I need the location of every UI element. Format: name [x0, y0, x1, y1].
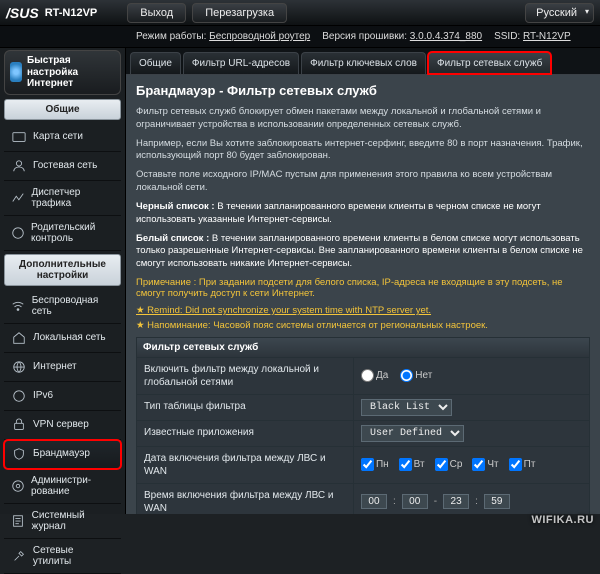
sidebar-category-general: Общие	[4, 99, 121, 120]
tab-url-filter[interactable]: Фильтр URL-адресов	[183, 52, 299, 74]
log-icon	[11, 513, 26, 529]
t1-sm[interactable]	[402, 494, 428, 509]
day1-tue[interactable]: Вт	[399, 458, 425, 471]
shield-icon	[11, 446, 27, 462]
tools-icon	[11, 548, 27, 564]
firmware-link[interactable]: 3.0.0.4.374_880	[410, 31, 482, 42]
sidebar-item-firewall[interactable]: Брандмауэр	[4, 440, 121, 469]
tab-service-filter[interactable]: Фильтр сетевых служб	[428, 52, 551, 74]
sidebar-item-lan[interactable]: Локальная сеть	[4, 324, 121, 353]
note-text: Примечание : При задании подсети для бел…	[136, 277, 590, 299]
day1-wed[interactable]: Ср	[435, 458, 463, 471]
main-panel: Брандмауэр - Фильтр сетевых служб Фильтр…	[126, 75, 600, 514]
lan-icon	[11, 330, 27, 346]
gear-icon	[11, 478, 25, 494]
page-title: Брандмауэр - Фильтр сетевых служб	[136, 83, 590, 98]
ntp-warning[interactable]: ★ Remind: Did not synchronize your syste…	[136, 305, 590, 316]
top-bar: /SUS RT-N12VP Выход Перезагрузка Русский	[0, 0, 600, 26]
wand-icon	[10, 62, 22, 82]
day1-mon[interactable]: Пн	[361, 458, 389, 471]
filter-type-select[interactable]: Black List	[361, 399, 452, 416]
tab-keyword-filter[interactable]: Фильтр ключевых слов	[301, 52, 426, 74]
reboot-button[interactable]: Перезагрузка	[192, 3, 287, 23]
t1-eh[interactable]	[443, 494, 469, 509]
day1-thu[interactable]: Чт	[472, 458, 498, 471]
wifi-icon	[11, 298, 26, 314]
watermark: WIFIKA.RU	[531, 514, 594, 526]
tab-general[interactable]: Общие	[130, 52, 181, 74]
settings-table: Фильтр сетевых служб Включить фильтр меж…	[136, 337, 590, 514]
mode-link[interactable]: Беспроводной роутер	[209, 31, 310, 42]
language-select[interactable]: Русский	[525, 3, 594, 23]
sidebar-item-network-map[interactable]: Карта сети	[4, 123, 121, 152]
t1-sh[interactable]	[361, 494, 387, 509]
traffic-icon	[11, 190, 25, 206]
sidebar-item-wireless[interactable]: Беспроводная сеть	[4, 289, 121, 324]
sidebar-item-admin[interactable]: Администри-рование	[4, 469, 121, 504]
parental-icon	[11, 225, 25, 241]
ipv6-icon	[11, 388, 27, 404]
t1-em[interactable]	[484, 494, 510, 509]
globe-icon	[11, 359, 27, 375]
sidebar-item-syslog[interactable]: Системный журнал	[4, 504, 121, 539]
sidebar-item-traffic[interactable]: Диспетчер трафика	[4, 181, 121, 216]
sidebar-item-vpn[interactable]: VPN сервер	[4, 411, 121, 440]
brand-logo: /SUS	[6, 5, 39, 21]
sidebar-item-parental[interactable]: Родительский контроль	[4, 216, 121, 251]
logout-button[interactable]: Выход	[127, 3, 186, 23]
quick-setup-button[interactable]: Быстрая настройка Интернет	[4, 50, 121, 95]
guest-icon	[11, 158, 27, 174]
enable-no-radio[interactable]: Нет	[400, 369, 432, 382]
ssid-link[interactable]: RT-N12VP	[523, 31, 571, 42]
vpn-icon	[11, 417, 27, 433]
known-apps-select[interactable]: User Defined	[361, 425, 464, 442]
day1-fri[interactable]: Пт	[509, 458, 536, 471]
tz-warning: ★ Напоминание: Часовой пояс системы отли…	[136, 320, 590, 331]
sidebar-category-advanced: Дополнительные настройки	[4, 254, 121, 286]
sidebar: Быстрая настройка Интернет Общие Карта с…	[0, 48, 126, 514]
tabs: Общие Фильтр URL-адресов Фильтр ключевых…	[126, 48, 600, 75]
sidebar-item-guest-network[interactable]: Гостевая сеть	[4, 152, 121, 181]
status-bar: Режим работы: Беспроводной роутер Версия…	[0, 26, 600, 48]
map-icon	[11, 129, 27, 145]
table-header: Фильтр сетевых служб	[137, 338, 589, 357]
enable-yes-radio[interactable]: Да	[361, 369, 388, 382]
sidebar-item-nettools[interactable]: Сетевые утилиты	[4, 539, 121, 574]
model-name: RT-N12VP	[45, 7, 98, 19]
sidebar-item-wan[interactable]: Интернет	[4, 353, 121, 382]
sidebar-item-ipv6[interactable]: IPv6	[4, 382, 121, 411]
